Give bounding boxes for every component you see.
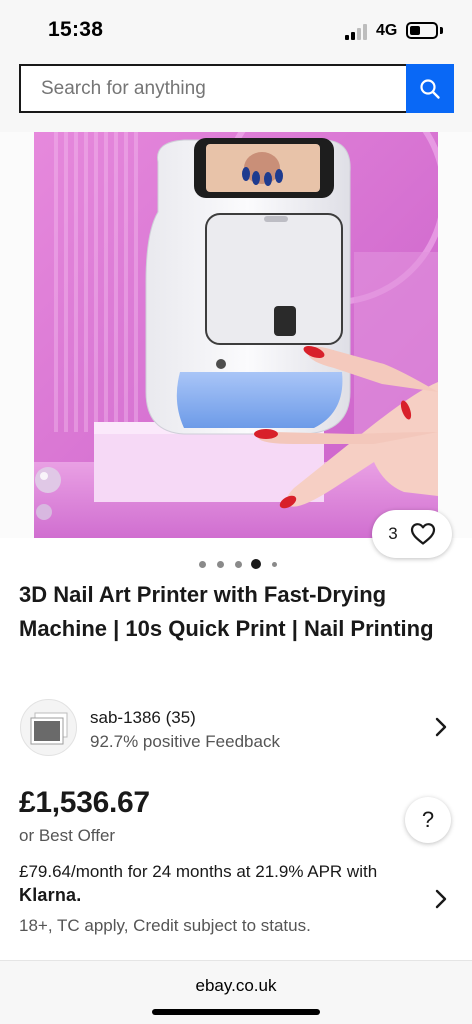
status-bar: 15:38 4G	[0, 0, 472, 60]
question-icon: ?	[421, 807, 435, 832]
chevron-right-icon[interactable]	[434, 888, 448, 910]
financing-terms: 18+, TC apply, Credit subject to status.	[19, 916, 311, 935]
search-input[interactable]	[41, 78, 381, 100]
battery-cap	[440, 27, 443, 34]
watch-count: 3	[388, 524, 398, 543]
signal-icon	[345, 24, 369, 40]
product-price: £1,536.67	[19, 786, 150, 819]
gallery-dot[interactable]	[198, 560, 206, 568]
browser-address-bar[interactable]: ebay.co.uk	[0, 960, 472, 1024]
gallery-dot[interactable]	[234, 560, 242, 568]
seller-name[interactable]: sab-1386 (35)	[90, 708, 196, 728]
status-time: 15:38	[48, 18, 104, 41]
home-indicator[interactable]	[152, 1009, 320, 1015]
best-offer-label: or Best Offer	[19, 826, 116, 845]
search-bar	[0, 60, 472, 132]
gallery-dot[interactable]	[271, 561, 277, 567]
search-field[interactable]	[19, 64, 407, 113]
battery-icon	[406, 22, 438, 39]
heart-icon	[410, 523, 435, 545]
product-photo	[34, 79, 447, 538]
search-icon	[420, 78, 440, 99]
seller-avatar	[20, 699, 77, 756]
gallery-dot[interactable]	[216, 560, 224, 568]
klarna-logo: Klarna.	[19, 885, 82, 905]
product-image-gallery[interactable]	[0, 79, 472, 538]
product-title: 3D Nail Art Printer with Fast-Drying Mac…	[19, 582, 434, 641]
seller-feedback: 92.7% positive Feedback	[90, 732, 280, 751]
gallery-dot[interactable]	[251, 559, 261, 569]
search-button[interactable]	[406, 64, 454, 113]
financing-line: £79.64/month for 24 months at 21.9% APR …	[19, 862, 378, 881]
network-type: 4G	[376, 22, 398, 39]
watch-button[interactable]: 3	[372, 510, 452, 558]
gallery-pagination	[0, 558, 472, 570]
help-button[interactable]: ?	[405, 797, 451, 843]
chevron-right-icon[interactable]	[434, 716, 448, 738]
seller-info[interactable]: sab-1386 (35) 92.7% positive Feedback	[0, 694, 472, 762]
url-domain[interactable]: ebay.co.uk	[0, 976, 472, 996]
